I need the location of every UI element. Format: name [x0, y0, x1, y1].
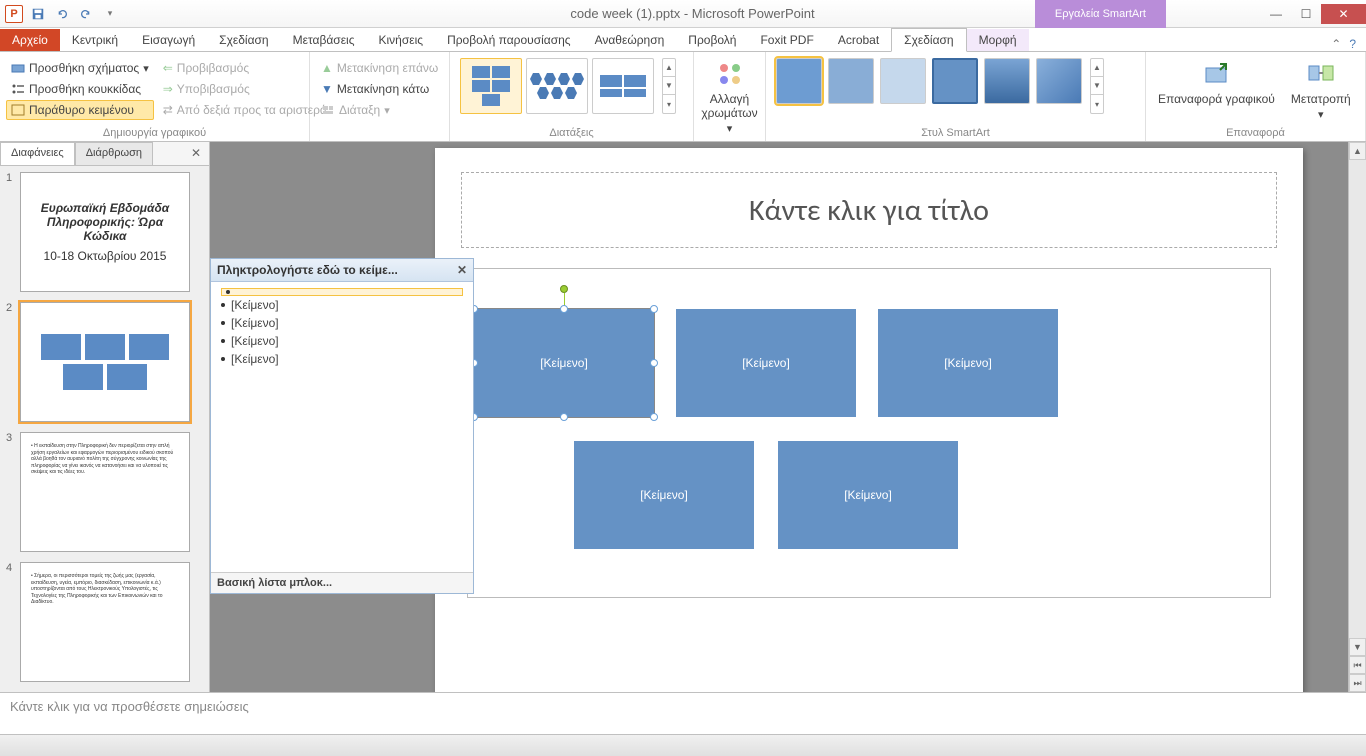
slide-thumb-3[interactable]: 3 • Η εκπαίδευση στην Πληροφορική δεν πε…	[6, 432, 203, 552]
add-shape-button[interactable]: Προσθήκη σχήματος ▾	[6, 58, 154, 78]
move-down-button[interactable]: ▼Μετακίνηση κάτω	[316, 79, 443, 99]
group-label-create: Δημιουργία γραφικού	[0, 127, 309, 139]
smartart-box-5[interactable]: [Κείμενο]	[778, 441, 958, 549]
tab-foxit[interactable]: Foxit PDF	[748, 29, 825, 51]
slide-thumb-2[interactable]: 2	[6, 302, 203, 422]
style-2[interactable]	[828, 58, 874, 104]
tab-view[interactable]: Προβολή	[676, 29, 748, 51]
notes-pane[interactable]: Κάντε κλικ για να προσθέσετε σημειώσεις	[0, 692, 1366, 734]
move-up-button[interactable]: ▲Μετακίνηση επάνω	[316, 58, 443, 78]
title-placeholder[interactable]: Κάντε κλικ για τίτλο	[461, 172, 1277, 248]
maximize-button[interactable]: ☐	[1291, 4, 1321, 24]
slide-thumb-1[interactable]: 1 Ευρωπαϊκή Εβδομάδα Πληροφορικής: Ώρα Κ…	[6, 172, 203, 292]
styles-up-icon[interactable]: ▲	[1091, 59, 1103, 77]
panel-tab-outline[interactable]: Διάρθρωση	[75, 142, 153, 165]
quick-access-toolbar: P ▾	[0, 4, 124, 24]
style-4[interactable]	[932, 58, 978, 104]
undo-button[interactable]	[52, 4, 72, 24]
reset-graphic-button[interactable]: Επαναφορά γραφικού	[1152, 54, 1281, 110]
rtl-button[interactable]: ⇄Από δεξιά προς τα αριστερά	[158, 100, 332, 120]
title-bar: P ▾ code week (1).pptx - Microsoft Power…	[0, 0, 1366, 28]
redo-button[interactable]	[76, 4, 96, 24]
layouts-scroll: ▲ ▼ ▾	[662, 58, 676, 114]
scroll-down-icon[interactable]: ▼	[1349, 638, 1366, 656]
smartart-box-4[interactable]: [Κείμενο]	[574, 441, 754, 549]
style-6[interactable]	[1036, 58, 1082, 104]
layout-picture-list[interactable]	[592, 58, 654, 114]
ribbon-minimize-icon[interactable]: ⌃	[1331, 37, 1341, 51]
app-icon[interactable]: P	[4, 4, 24, 24]
smartart-box-1[interactable]: [Κείμενο]	[474, 309, 654, 417]
slide-canvas[interactable]: Πληκτρολογήστε εδώ το κείμε... ✕ [Κείμενο…	[210, 142, 1348, 692]
smartart-tools-label: Εργαλεία SmartArt	[1035, 0, 1166, 28]
layouts-up-icon[interactable]: ▲	[663, 59, 675, 77]
text-pane-button[interactable]: Παράθυρο κειμένου	[6, 100, 154, 120]
tab-animations[interactable]: Κινήσεις	[367, 29, 436, 51]
panel-tab-slides[interactable]: Διαφάνειες	[0, 142, 75, 165]
close-button[interactable]: ✕	[1321, 4, 1366, 24]
text-pane-title: Πληκτρολογήστε εδώ το κείμε...	[217, 263, 398, 277]
group-label-layouts: Διατάξεις	[450, 127, 693, 139]
smartart-box-3[interactable]: [Κείμενο]	[878, 309, 1058, 417]
save-button[interactable]	[28, 4, 48, 24]
layouts-more-icon[interactable]: ▾	[663, 95, 675, 113]
minimize-button[interactable]: —	[1261, 4, 1291, 24]
text-pane-item-3[interactable]: [Κείμενο]	[221, 314, 463, 332]
panel-close-icon[interactable]: ✕	[183, 142, 209, 165]
layout-hexagon[interactable]	[526, 58, 588, 114]
tab-insert[interactable]: Εισαγωγή	[130, 29, 207, 51]
smartart-box-2[interactable]: [Κείμενο]	[676, 309, 856, 417]
tab-design[interactable]: Σχεδίαση	[207, 29, 280, 51]
style-3[interactable]	[880, 58, 926, 104]
promote-button[interactable]: ⇐Προβιβασμός	[158, 58, 332, 78]
layout-basic-block[interactable]	[460, 58, 522, 114]
text-pane-close-icon[interactable]: ✕	[457, 263, 467, 277]
styles-down-icon[interactable]: ▼	[1091, 77, 1103, 95]
scroll-up-icon[interactable]: ▲	[1349, 142, 1366, 160]
layout-button[interactable]: Διάταξη ▾	[316, 100, 443, 120]
demote-button[interactable]: ⇒Υποβιβασμός	[158, 79, 332, 99]
add-bullet-button[interactable]: Προσθήκη κουκκίδας	[6, 79, 154, 99]
smartart-graphic[interactable]: [Κείμενο] [Κείμενο] [Κείμενο] [Κείμενο] …	[467, 268, 1271, 598]
vertical-scrollbar[interactable]: ▲ ▼ ⏮ ⏭	[1348, 142, 1366, 692]
status-bar	[0, 734, 1366, 756]
tab-file[interactable]: Αρχείο	[0, 29, 60, 51]
convert-button[interactable]: Μετατροπή ▾	[1285, 54, 1357, 125]
text-pane-item-4[interactable]: [Κείμενο]	[221, 332, 463, 350]
text-pane-item-2[interactable]: [Κείμενο]	[221, 296, 463, 314]
styles-more-icon[interactable]: ▾	[1091, 95, 1103, 113]
group-label-styles: Στυλ SmartArt	[766, 127, 1145, 139]
tab-review[interactable]: Αναθεώρηση	[583, 29, 677, 51]
tab-smartart-design[interactable]: Σχεδίαση	[891, 28, 966, 52]
slide-editor[interactable]: Κάντε κλικ για τίτλο [Κείμενο] [Κείμενο]…	[435, 148, 1303, 692]
tab-slideshow[interactable]: Προβολή παρουσίασης	[435, 29, 583, 51]
slide-thumb-4[interactable]: 4 • Σήμερα, οι περισσότεροι τομείς της ζ…	[6, 562, 203, 682]
group-label-reset: Επαναφορά	[1146, 127, 1365, 139]
prev-slide-icon[interactable]: ⏮	[1349, 656, 1366, 674]
tab-acrobat[interactable]: Acrobat	[826, 29, 891, 51]
layouts-down-icon[interactable]: ▼	[663, 77, 675, 95]
next-slide-icon[interactable]: ⏭	[1349, 674, 1366, 692]
ribbon-tabs: Αρχείο Κεντρική Εισαγωγή Σχεδίαση Μεταβά…	[0, 28, 1366, 52]
slides-panel: Διαφάνειες Διάρθρωση ✕ 1 Ευρωπαϊκή Εβδομ…	[0, 142, 210, 692]
text-pane-footer: Βασική λίστα μπλοκ...	[211, 572, 473, 593]
style-1[interactable]	[776, 58, 822, 104]
tab-home[interactable]: Κεντρική	[60, 29, 130, 51]
tab-smartart-format[interactable]: Μορφή	[967, 29, 1029, 51]
change-colors-button[interactable]: Αλλαγή χρωμάτων ▾	[700, 54, 759, 139]
smartart-text-pane: Πληκτρολογήστε εδώ το κείμε... ✕ [Κείμενο…	[210, 258, 474, 594]
help-icon[interactable]: ?	[1349, 37, 1356, 51]
tab-transitions[interactable]: Μεταβάσεις	[281, 29, 367, 51]
text-pane-item-5[interactable]: [Κείμενο]	[221, 350, 463, 368]
qat-customize[interactable]: ▾	[100, 4, 120, 24]
styles-scroll: ▲ ▼ ▾	[1090, 58, 1104, 114]
style-5[interactable]	[984, 58, 1030, 104]
ribbon: Προσθήκη σχήματος ▾ Προσθήκη κουκκίδας Π…	[0, 52, 1366, 142]
text-pane-item-1[interactable]	[221, 288, 463, 296]
window-controls: — ☐ ✕	[1261, 4, 1366, 24]
